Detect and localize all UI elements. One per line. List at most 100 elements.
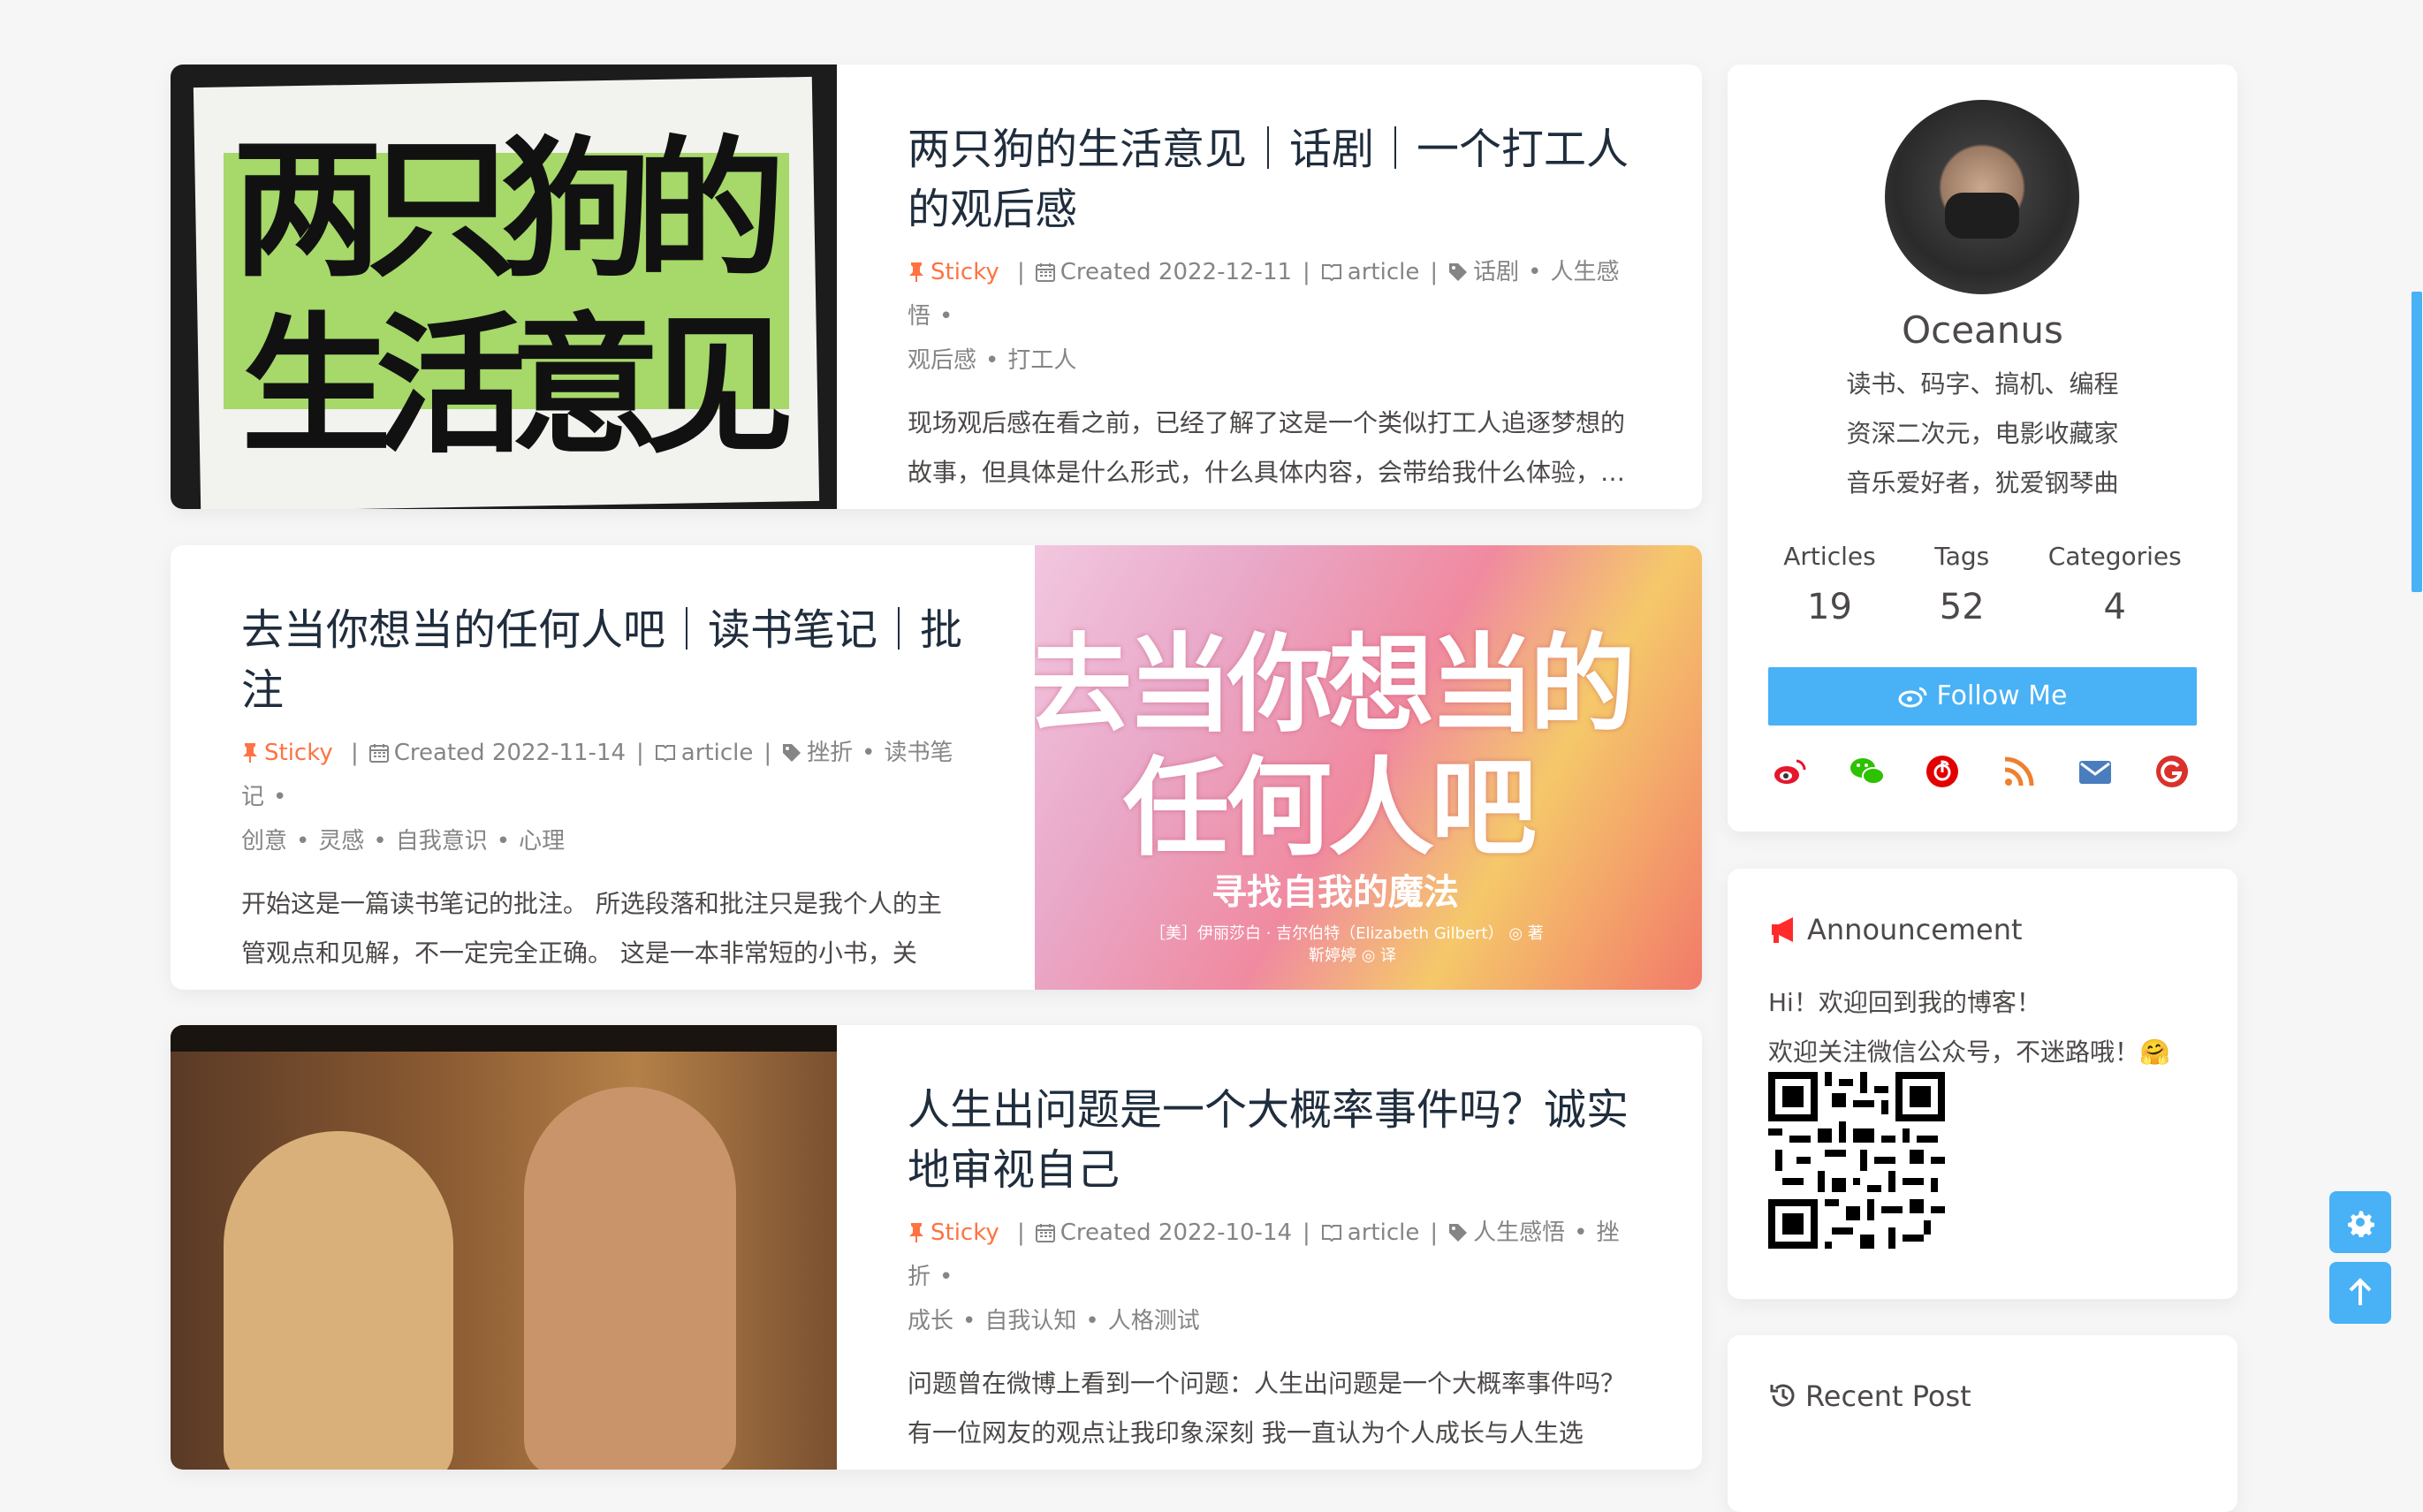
- netease-music-icon[interactable]: [1925, 754, 1963, 793]
- post-card[interactable]: 去当你想当的任何人吧｜读书笔记｜批注 Sticky | Created 2022-…: [171, 545, 1702, 990]
- post-tag-link[interactable]: 话剧: [1473, 259, 1519, 285]
- stat-label: Tags: [1934, 542, 1990, 571]
- sticky-label: Sticky: [930, 259, 999, 285]
- sticky-badge: Sticky: [908, 259, 1006, 285]
- follow-me-label: Follow Me: [1936, 680, 2068, 711]
- thumbtack-icon: [243, 743, 257, 763]
- post-title[interactable]: 去当你想当的任何人吧｜读书笔记｜批注: [241, 600, 966, 720]
- cover-translator-text: 靳婷婷 ◎ 译: [1309, 946, 1397, 965]
- post-tag-link[interactable]: 打工人: [1007, 347, 1076, 374]
- cover-subtitle-text: 任何人吧: [1123, 748, 1537, 870]
- profile-card: Oceanus 读书、码字、搞机、编程 资深二次元，电影收藏家 音乐爱好者，犹爱…: [1728, 65, 2237, 832]
- announcement-content: Hi！欢迎回到我的博客！ 欢迎关注微信公众号，不迷路哦！🤗: [1768, 978, 2170, 1077]
- wechat-qr-code: [1768, 1072, 1945, 1249]
- recent-post-card: Recent Post: [1728, 1335, 2237, 1512]
- post-excerpt: 问题曾在微博上看到一个问题：人生出问题是一个大概率事件吗？有一位网友的观点让我印…: [908, 1369, 1626, 1470]
- post-meta: Sticky | Created 2022-10-14 | article | 人生感悟 •…: [908, 1219, 1620, 1334]
- book-open-icon: [655, 745, 675, 763]
- post-tag-link[interactable]: 心理: [519, 828, 565, 855]
- post-tag-link[interactable]: 自我认知: [984, 1308, 1076, 1334]
- announcement-card: Announcement Hi！欢迎回到我的博客！ 欢迎关注微信公众号，不迷路哦…: [1728, 869, 2237, 1299]
- settings-button[interactable]: [2329, 1191, 2391, 1253]
- cover-dark-band: [171, 1025, 837, 1052]
- stat-value: 52: [1939, 587, 1985, 627]
- profile-bio: 读书、码字、搞机、编程 资深二次元，电影收藏家 音乐爱好者，犹爱钢琴曲: [1728, 360, 2237, 508]
- history-icon: [1770, 1384, 1795, 1407]
- bio-line: 读书、码字、搞机、编程: [1846, 369, 2119, 399]
- calendar-icon: [368, 744, 389, 763]
- announcement-line: Hi！欢迎回到我的博客！: [1768, 988, 2041, 1017]
- calendar-icon: [1035, 1224, 1055, 1242]
- thumbtack-icon: [909, 1223, 923, 1242]
- post-title[interactable]: 人生出问题是一个大概率事件吗？诚实地审视自己: [908, 1080, 1632, 1200]
- recent-post-title: Recent Post: [1805, 1379, 1971, 1413]
- bio-line: 音乐爱好者，犹爱钢琴曲: [1846, 468, 2119, 498]
- announcement-line: 欢迎关注微信公众号，不迷路哦！🤗: [1768, 1037, 2170, 1067]
- post-excerpt: 开始这是一篇读书笔记的批注。 所选段落和批注只是我个人的主管观点和见解，不一定完…: [241, 889, 942, 990]
- cover-tagline-text: 寻找自我的魔法: [1212, 872, 1459, 913]
- post-tag-link[interactable]: 自我意识: [396, 828, 488, 855]
- post-tag-link[interactable]: 人生感悟: [1473, 1219, 1565, 1246]
- post-tag-link[interactable]: 人格测试: [1108, 1308, 1200, 1334]
- announcement-title: Announcement: [1807, 913, 2023, 946]
- post-tag-link[interactable]: 创意: [241, 828, 287, 855]
- avatar[interactable]: [1885, 100, 2079, 294]
- social-links: [1768, 754, 2197, 793]
- sticky-badge: Sticky: [241, 740, 340, 766]
- weibo-icon: [1898, 687, 1927, 708]
- bio-line: 资深二次元，电影收藏家: [1846, 419, 2119, 448]
- email-icon[interactable]: [2077, 754, 2116, 793]
- scrollbar-thumb[interactable]: [2412, 292, 2422, 592]
- post-tag-link[interactable]: 成长: [908, 1308, 953, 1334]
- rss-icon[interactable]: [2001, 754, 2040, 793]
- book-open-icon: [1321, 264, 1341, 282]
- scrollbar-track[interactable]: [2409, 0, 2423, 1403]
- avatar-mask-shape: [1945, 193, 2019, 239]
- profile-stats: Articles 19 Tags 52 Categories 4: [1728, 542, 2237, 627]
- post-meta: Sticky | Created 2022-11-14 | article | 挫折 • 读书…: [241, 740, 953, 855]
- post-cover-image[interactable]: 去当你想当的 任何人吧 寻找自我的魔法 ［美］伊丽莎白 · 吉尔伯特（Eliza…: [1035, 545, 1702, 990]
- cover-figure-right: [524, 1087, 736, 1470]
- stat-value: 19: [1807, 587, 1852, 627]
- tag-icon: [783, 744, 801, 762]
- bullhorn-icon: [1772, 917, 1793, 943]
- profile-name: Oceanus: [1902, 308, 2063, 352]
- cover-figure-left: [224, 1131, 453, 1470]
- post-tag-link[interactable]: 观后感: [908, 347, 976, 374]
- stat-label: Articles: [1783, 542, 1876, 571]
- post-category-link[interactable]: article: [1348, 1219, 1420, 1246]
- arrow-up-icon: [2349, 1278, 2372, 1305]
- cover-title-text: 两只狗的: [232, 123, 786, 298]
- sticky-label: Sticky: [930, 1219, 999, 1246]
- back-to-top-button[interactable]: [2329, 1262, 2391, 1324]
- tag-icon: [1449, 263, 1468, 281]
- announcement-header: Announcement: [1768, 913, 2023, 946]
- stat-label: Categories: [2047, 542, 2182, 571]
- post-category-link[interactable]: article: [1348, 259, 1420, 285]
- wechat-icon[interactable]: [1849, 754, 1888, 793]
- book-open-icon: [1321, 1225, 1341, 1242]
- recent-post-header: Recent Post: [1768, 1379, 1971, 1413]
- post-cover-image[interactable]: 两只狗的 生活意见: [171, 65, 837, 509]
- stat-articles[interactable]: Articles 19: [1783, 542, 1875, 627]
- post-excerpt: 现场观后感在看之前，已经了解了这是一个类似打工人追逐梦想的故事，但具体是什么形式…: [908, 408, 1626, 487]
- post-card[interactable]: 两只狗的 生活意见 两只狗的生活意见｜话剧｜一个打工人的观后感 Sticky |…: [171, 65, 1702, 509]
- post-tag-link[interactable]: 挫折: [807, 740, 853, 766]
- sticky-label: Sticky: [264, 740, 333, 766]
- sticky-badge: Sticky: [908, 1219, 1006, 1246]
- post-category-link[interactable]: article: [681, 740, 754, 766]
- post-tag-link[interactable]: 灵感: [318, 828, 364, 855]
- post-title[interactable]: 两只狗的生活意见｜话剧｜一个打工人的观后感: [908, 119, 1632, 239]
- weibo-icon[interactable]: [1772, 754, 1811, 793]
- cover-subtitle-text: 生活意见: [241, 300, 794, 475]
- post-created-date: Created 2022-11-14: [393, 740, 627, 766]
- stat-tags[interactable]: Tags 52: [1934, 542, 1989, 627]
- calendar-icon: [1035, 263, 1055, 282]
- follow-me-button[interactable]: Follow Me: [1768, 667, 2197, 726]
- tag-icon: [1449, 1224, 1468, 1242]
- cover-author-text: ［美］伊丽莎白 · 吉尔伯特（Elizabeth Gilbert） ◎ 著: [1150, 924, 1544, 943]
- post-meta: Sticky | Created 2022-12-11 | article | 话剧 • 人生…: [908, 259, 1620, 374]
- google-icon[interactable]: [2154, 754, 2193, 793]
- stat-value: 4: [2103, 587, 2126, 627]
- stat-categories[interactable]: Categories 4: [2048, 542, 2182, 627]
